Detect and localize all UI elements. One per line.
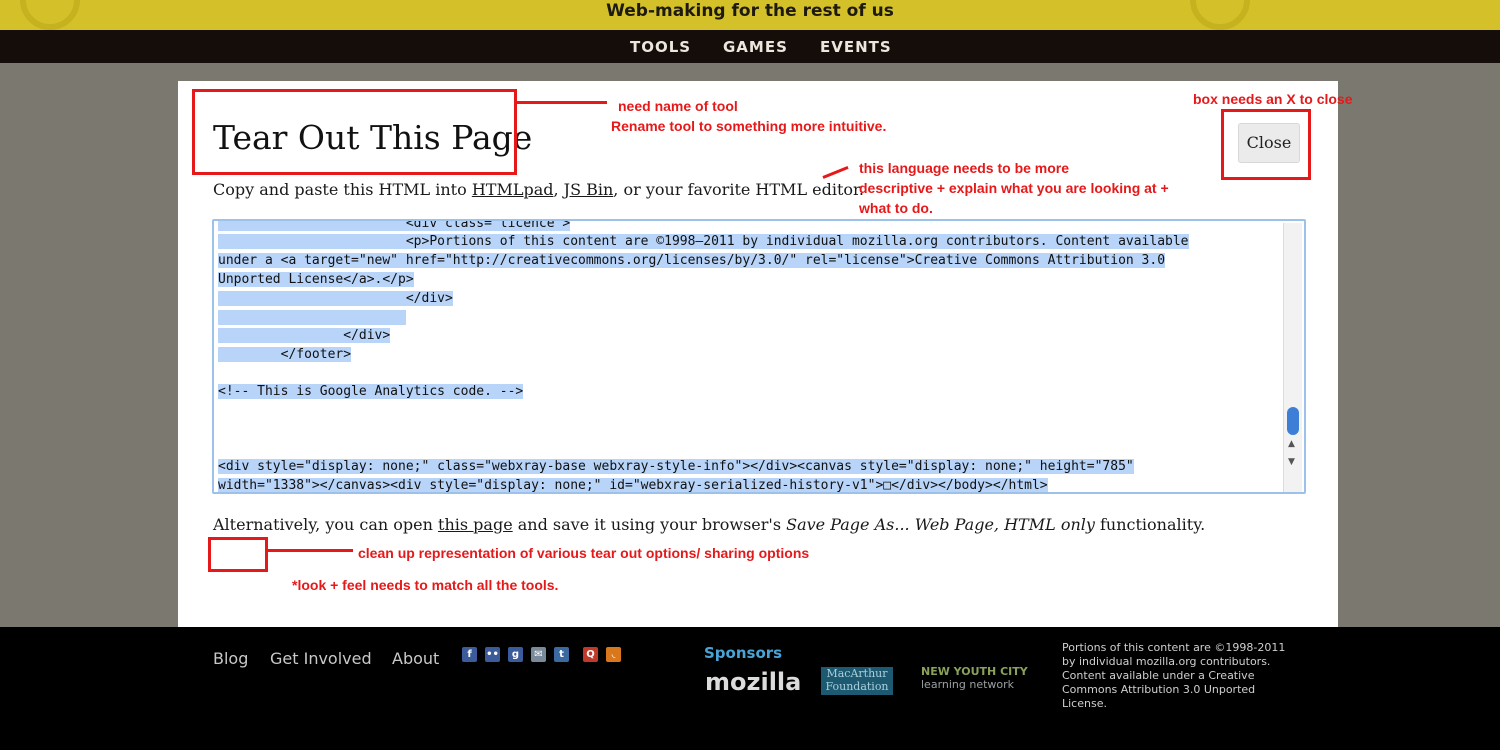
code-line: under a <a target="new" href="http://cre… [218,253,1166,268]
code-line: </div> [218,291,453,306]
twitter-icon[interactable]: t [554,647,569,662]
main-nav: TOOLS GAMES EVENTS [0,30,1500,63]
alt-suffix: functionality. [1094,515,1206,534]
code-line: <div style="display: none;" class="webxr… [218,459,1134,474]
code-line: <!-- This is Google Analytics code. --> [218,384,524,399]
nav-events[interactable]: EVENTS [820,39,892,55]
nycl-logo[interactable]: NEW YOUTH CITY learning network [921,665,1031,691]
copy-prefix: Copy and paste this HTML into [213,180,472,199]
copy-instructions: Copy and paste this HTML into HTMLpad, J… [213,180,864,200]
alt-mid: and save it using your browser's [512,515,787,534]
annotation-name-note: need name of tool [618,98,738,114]
annotation-language-note-3: what to do. [859,200,933,216]
scroll-down-icon[interactable]: ▼ [1288,457,1295,467]
htmlpad-link[interactable]: HTMLpad [472,180,554,199]
license-text: Portions of this content are ©1998-2011 … [1062,641,1286,710]
quora-icon[interactable]: Q [583,647,598,662]
annotation-rename-note: Rename tool to something more intuitive. [611,118,887,134]
nycl-line2: learning network [921,678,1015,691]
footer-about-link[interactable]: About [392,649,439,669]
flickr-icon[interactable]: •• [485,647,500,662]
annotation-language-note-1: this language needs to be more [859,160,1070,176]
annotation-close-note: box needs an X to close [1193,91,1353,107]
annotation-cleanup-note: clean up representation of various tear … [358,545,810,561]
facebook-icon[interactable]: f [462,647,477,662]
alt-emphasis: Save Page As... Web Page, HTML only [786,515,1095,534]
alt-prefix: Alternatively, you can open [213,515,439,534]
jsbin-link[interactable]: JS Bin [564,180,614,199]
copy-sep: , [553,180,564,199]
site-tagline: Web-making for the rest of us [606,1,894,21]
site-header: Web-making for the rest of us [0,0,1500,30]
code-line: width="1338"></canvas><div style="displa… [218,478,1048,493]
macarthur-line2: Foundation [825,680,889,693]
code-line: <div class="licence"> [218,221,571,233]
mozilla-logo[interactable]: mozilla [705,668,801,696]
nav-games[interactable]: GAMES [723,39,788,55]
code-line [218,308,406,327]
rss-icon[interactable]: ◟ [606,647,621,662]
code-line: </div> [218,328,391,343]
scrollbar-thumb[interactable] [1287,407,1299,435]
annotation-close-box [1221,109,1311,180]
annotation-options-box [208,537,268,572]
annotation-options-connector [268,549,353,552]
html-code-textarea[interactable]: <div class="licence"> <p>Portions of thi… [212,219,1306,494]
code-scrollbar[interactable]: ▲ ▼ [1283,223,1302,492]
this-page-link[interactable]: this page [438,515,513,534]
code-line: Unported License</a>.</p> [218,272,414,287]
google-icon[interactable]: g [508,647,523,662]
annotation-look-note: *look + feel needs to match all the tool… [292,577,559,593]
email-icon[interactable]: ✉ [531,647,546,662]
scroll-up-icon[interactable]: ▲ [1288,439,1295,449]
annotation-title-box [192,89,517,175]
copy-suffix: , or your favorite HTML editor. [613,180,865,199]
code-line: </footer> [218,347,352,362]
nycl-line1: NEW YOUTH CITY [921,665,1028,678]
macarthur-line1: MacArthur [826,667,888,680]
macarthur-logo[interactable]: MacArthur Foundation [821,667,893,695]
alternative-instructions: Alternatively, you can open this page an… [213,515,1205,535]
annotation-title-connector [517,101,607,104]
annotation-language-note-2: descriptive + explain what you are looki… [859,180,1169,196]
code-line: <p>Portions of this content are ©1998–20… [218,234,1189,249]
sponsors-label: Sponsors [704,644,783,662]
footer-blog-link[interactable]: Blog [213,649,248,669]
nav-tools[interactable]: TOOLS [630,39,691,55]
footer-get-involved-link[interactable]: Get Involved [270,649,372,669]
